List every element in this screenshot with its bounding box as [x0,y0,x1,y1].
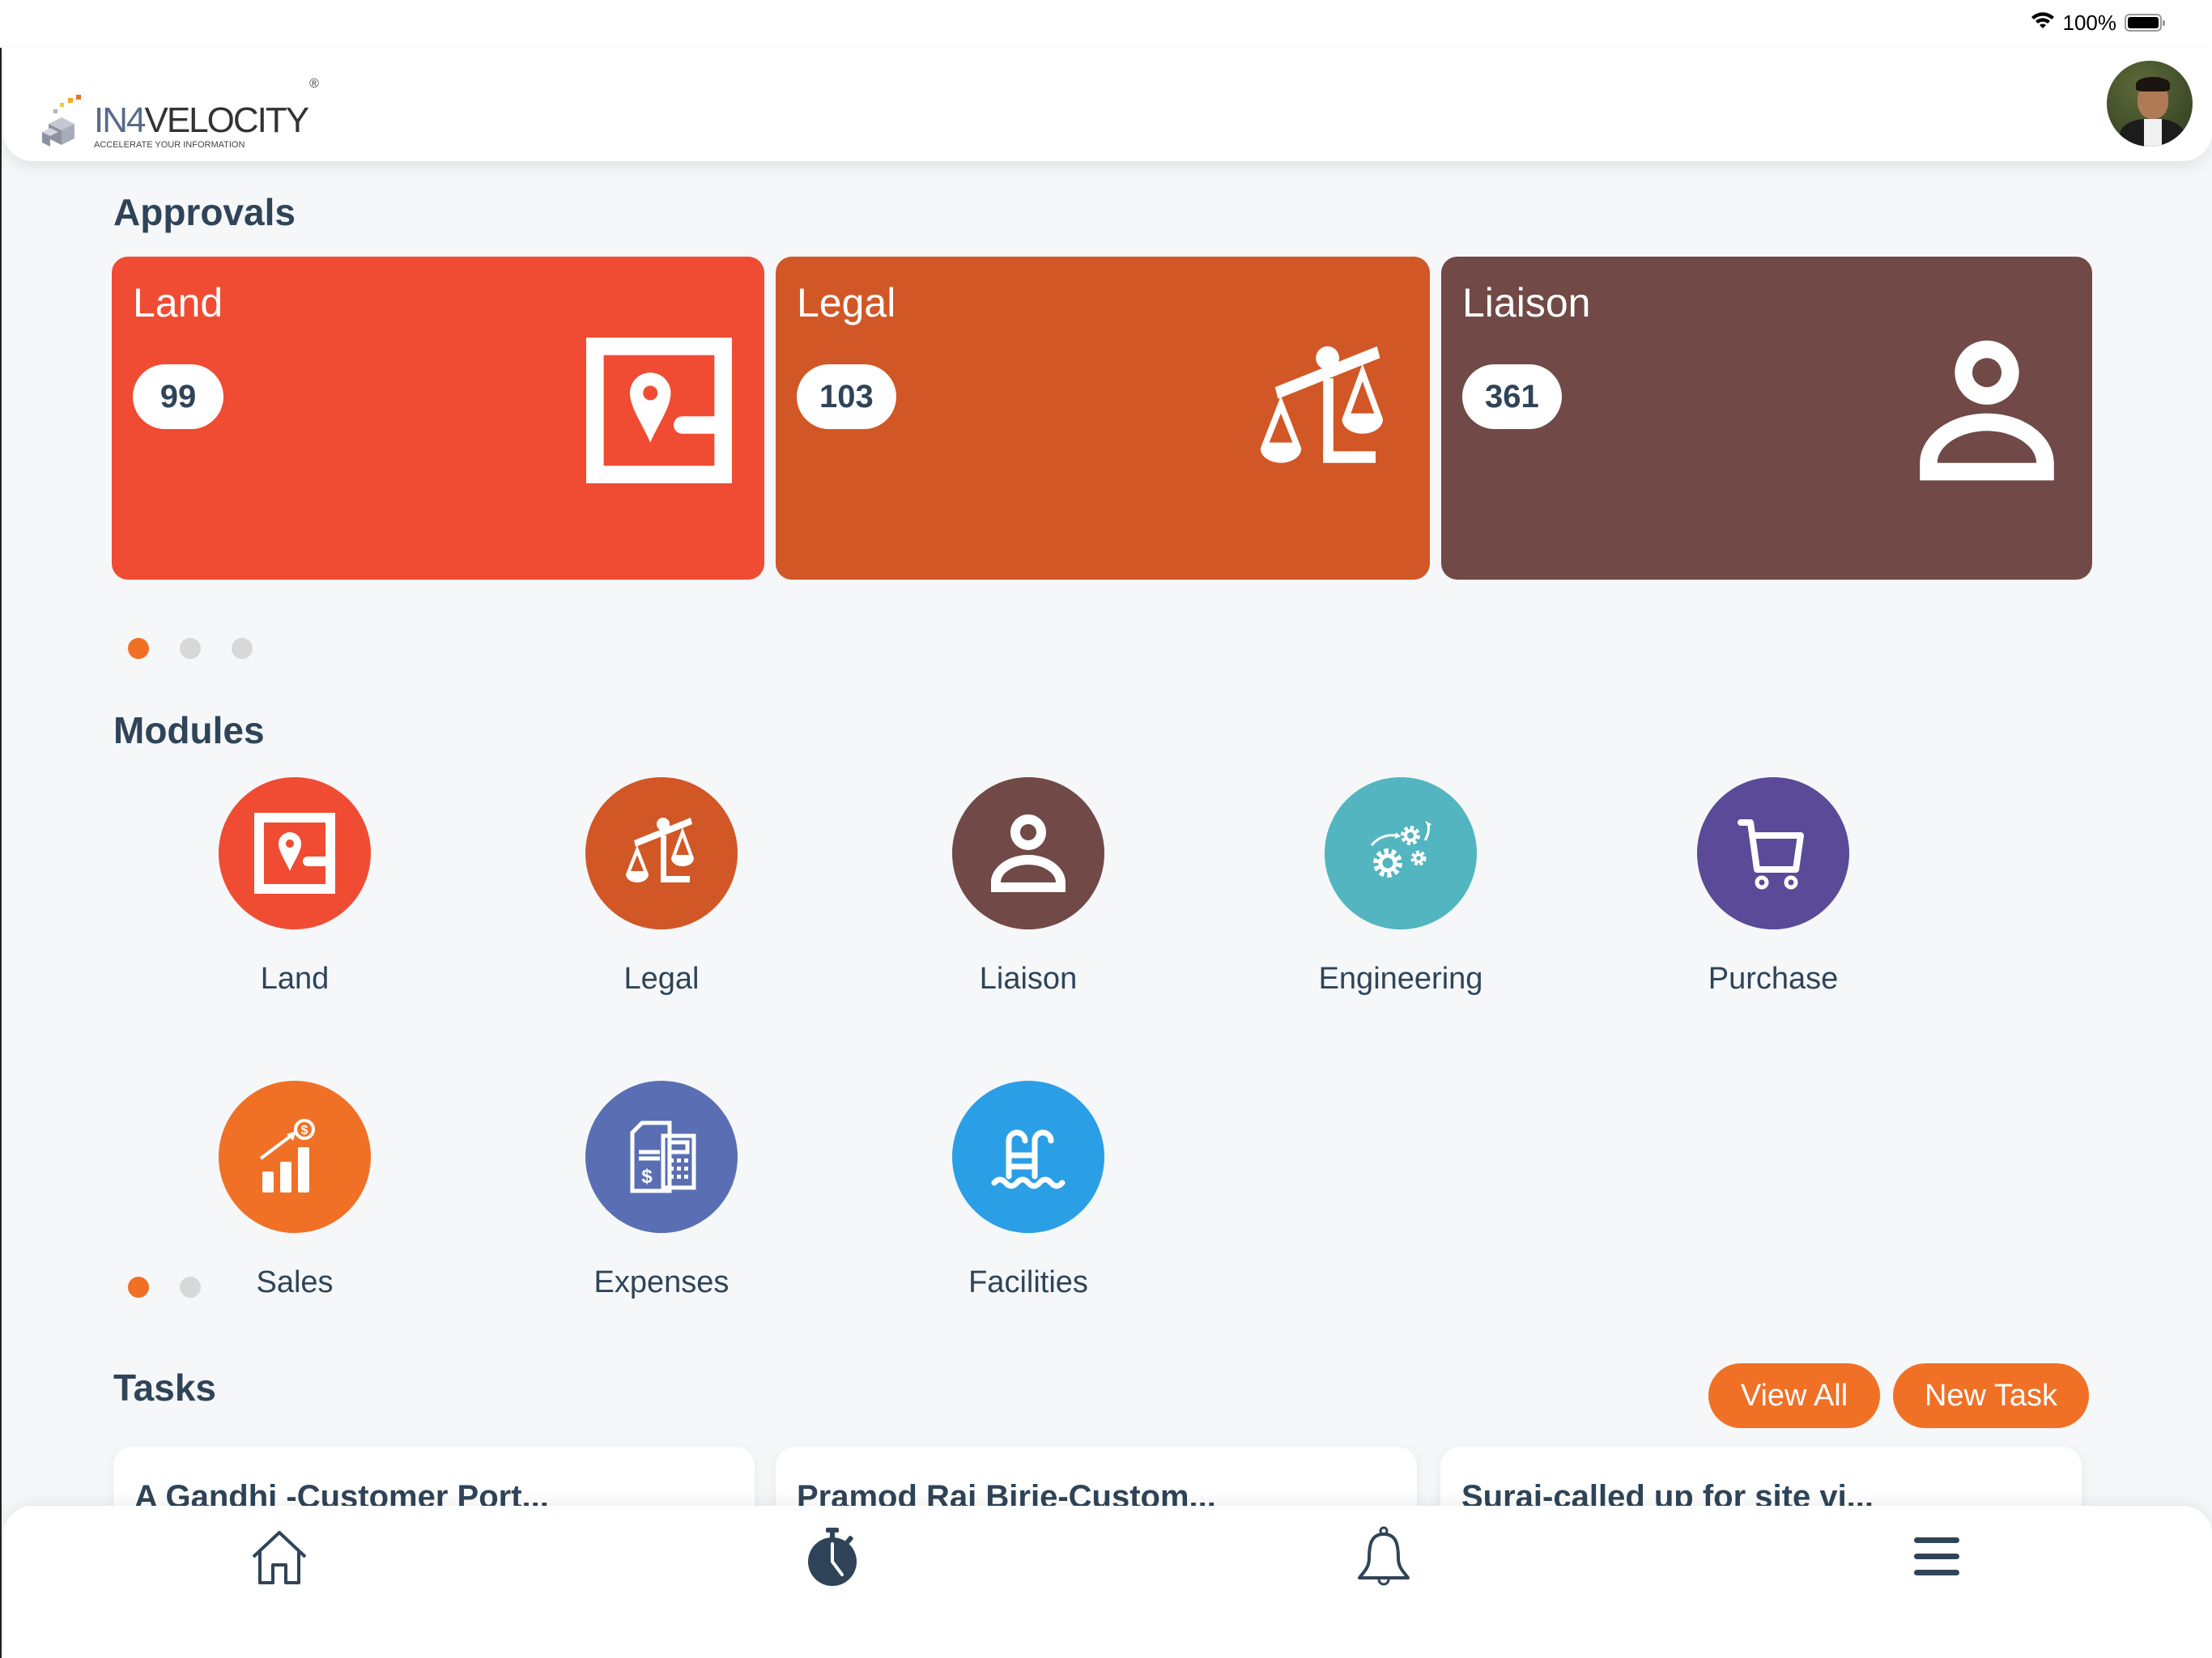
person-icon [1920,340,2054,481]
pagination-dot-1[interactable] [128,1277,149,1298]
module-engineering[interactable]: Engineering [1279,777,1522,997]
user-avatar[interactable] [2107,61,2193,147]
module-label: Liaison [979,962,1078,996]
battery-percent: 100% [2062,10,2117,35]
hamburger-menu-icon [1914,1537,1959,1575]
home-icon [252,1531,307,1584]
land-map-pin-icon [254,813,335,894]
module-label: Expenses [593,1265,730,1299]
nav-home[interactable] [243,1520,316,1593]
approval-count-badge: 103 [797,364,896,429]
approval-card-label: Land [133,280,223,325]
module-icon-circle: $ [585,1081,738,1233]
bell-icon [1358,1526,1410,1586]
status-indicators: 100% [2031,6,2165,39]
logo-tagline: ACCELERATE YOUR INFORMATION [94,140,245,150]
approvals-pagination [128,638,253,659]
module-facilities[interactable]: Facilities [907,1081,1150,1300]
registered-mark: ® [309,77,319,91]
logo-cubes-icon [42,93,91,150]
logo-name-part1: IN4 [94,100,147,140]
approval-card-legal[interactable]: Legal 103 [776,257,1430,580]
module-icon-circle [952,777,1104,929]
app-header: IN4VELOCITY ACCELERATE YOUR INFORMATION … [3,48,2212,161]
status-bar: 100% [0,0,2212,48]
land-map-pin-icon [586,338,732,483]
module-expenses[interactable]: $ Expenses [540,1081,783,1300]
pagination-dot-2[interactable] [180,638,201,659]
tasks-title: Tasks [113,1367,217,1409]
module-legal[interactable]: Legal [540,777,783,997]
approval-card-label: Liaison [1462,280,1591,325]
person-icon [991,814,1066,892]
new-task-button[interactable]: New Task [1893,1363,2089,1428]
approval-card-label: Legal [797,280,896,325]
module-land[interactable]: Land [173,777,416,997]
module-label: Purchase [1708,962,1839,996]
approval-count-badge: 99 [133,364,223,429]
svg-text:$: $ [641,1166,653,1188]
module-icon-circle [585,777,738,929]
logo-name-part2: VELOCITY [144,100,309,140]
module-label: Engineering [1318,962,1483,996]
module-icon-circle [219,777,371,929]
app-screen: IN4VELOCITY ACCELERATE YOUR INFORMATION … [0,48,2212,1658]
module-label: Land [260,962,330,996]
approval-card-liaison[interactable]: Liaison 361 [1441,257,2092,580]
modules-title: Modules [113,709,265,751]
battery-icon [2125,14,2165,32]
expenses-calculator-icon: $ [630,1120,696,1193]
nav-notifications[interactable] [1347,1520,1420,1593]
scales-icon [626,818,694,882]
bottom-navigation [3,1506,2212,1658]
module-icon-circle [952,1081,1104,1233]
scales-icon [1260,346,1383,463]
gears-icon [1370,821,1431,878]
logo-text: IN4VELOCITY ACCELERATE YOUR INFORMATION [94,100,309,151]
sales-chart-icon: $ [259,1119,315,1192]
nav-menu[interactable] [1900,1520,1973,1593]
pagination-dot-3[interactable] [232,638,253,659]
pool-icon [991,1129,1066,1189]
module-label: Legal [623,962,700,996]
module-label: Sales [256,1265,334,1299]
company-logo[interactable]: IN4VELOCITY ACCELERATE YOUR INFORMATION … [42,77,319,150]
stopwatch-icon [808,1528,857,1586]
module-icon-circle [1697,777,1849,929]
pagination-dot-1[interactable] [128,638,149,659]
module-liaison[interactable]: Liaison [907,777,1150,997]
module-icon-circle [1325,777,1477,929]
nav-timer[interactable] [796,1520,869,1593]
svg-text:$: $ [301,1124,308,1137]
module-purchase[interactable]: Purchase [1652,777,1895,997]
approval-card-land[interactable]: Land 99 [112,257,764,580]
module-sales[interactable]: $ Sales [173,1081,416,1300]
wifi-icon [2031,11,2055,36]
approval-count-badge: 361 [1462,364,1562,429]
shopping-cart-icon [1738,819,1804,890]
module-icon-circle: $ [219,1081,371,1233]
modules-pagination [128,1277,201,1298]
view-all-button[interactable]: View All [1708,1363,1880,1428]
approvals-title: Approvals [113,191,296,233]
pagination-dot-2[interactable] [180,1277,201,1298]
module-label: Facilities [968,1265,1088,1299]
